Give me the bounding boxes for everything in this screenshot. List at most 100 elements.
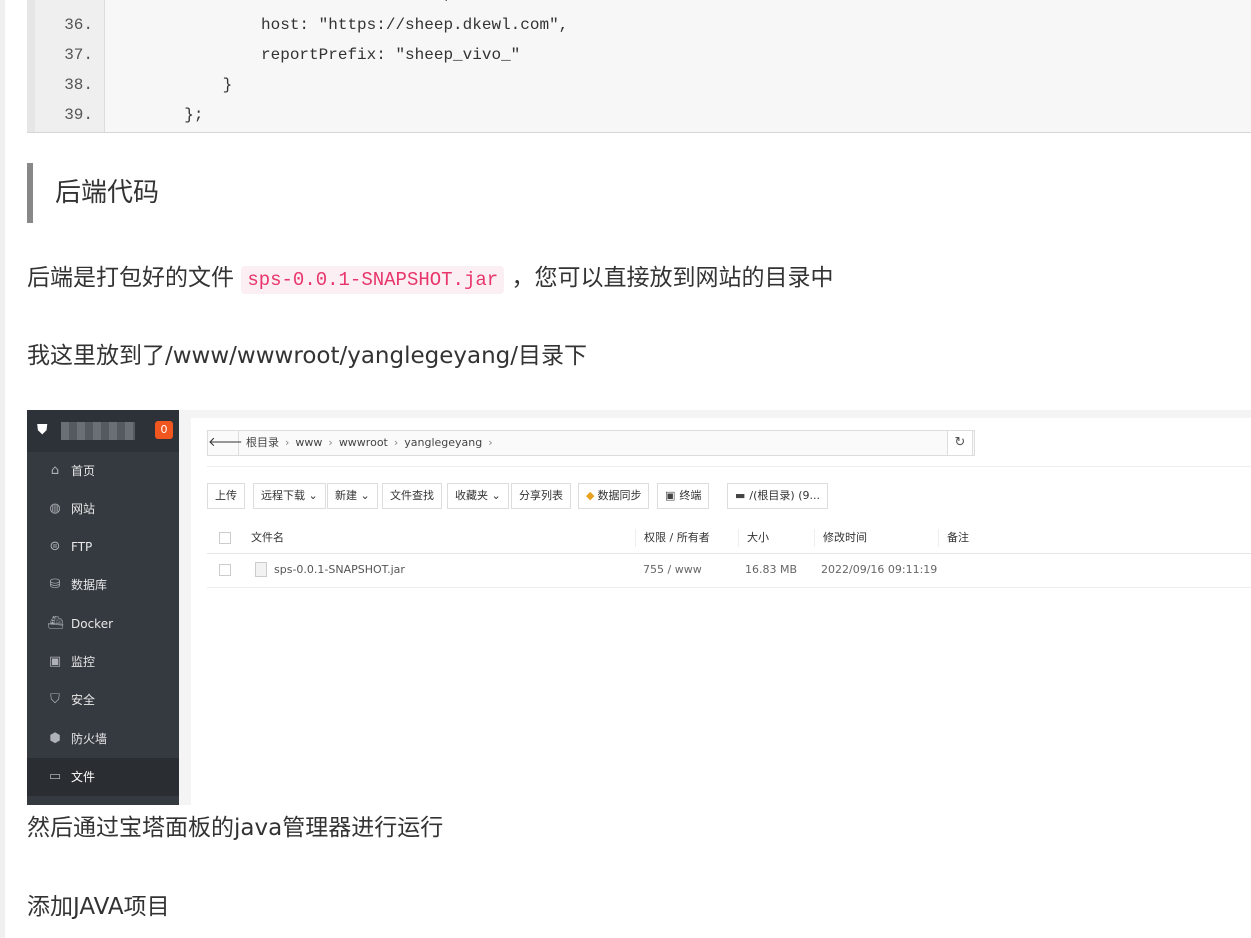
- data-sync-button[interactable]: ◆ 数据同步: [578, 483, 650, 509]
- table-row[interactable]: sps-0.0.1-SNAPSHOT.jar 755 / www 16.83 M…: [207, 553, 1251, 588]
- sidebar-item-label: FTP: [71, 540, 93, 554]
- globe-icon: ◍: [49, 501, 61, 516]
- code-line: 36. host: "https://sheep.dkewl.com",: [27, 10, 1251, 40]
- docker-icon: ⛴: [47, 616, 64, 631]
- column-separator: [938, 529, 939, 547]
- ftp-icon: ⊜: [49, 539, 61, 554]
- sidebar-item-label: 网站: [71, 502, 96, 516]
- chevron-down-icon: ⌄: [491, 489, 501, 502]
- code-line: 37. reportPrefix: "sheep_vivo_": [27, 40, 1251, 70]
- sidebar-item-security[interactable]: ⛉ 安全: [27, 681, 179, 719]
- breadcrumb-item[interactable]: yanglegeyang: [404, 436, 482, 449]
- breadcrumb: 根目录 › www › wwwroot › yanglegeyang ›: [246, 431, 499, 455]
- column-header-name[interactable]: 文件名: [251, 523, 284, 553]
- heading-accent-bar: [27, 163, 33, 223]
- sidebar-item-ftp[interactable]: ⊜ FTP: [27, 528, 179, 566]
- sidebar-item-label: 首页: [71, 464, 96, 478]
- sidebar-item-database[interactable]: ⛁ 数据库: [27, 566, 179, 604]
- diamond-icon: ◆: [586, 489, 595, 502]
- sidebar-item-firewall[interactable]: ⬢ 防火墙: [27, 720, 179, 758]
- chevron-down-icon: ⌄: [308, 489, 318, 502]
- button-label: 收藏夹: [455, 489, 488, 502]
- button-label: 远程下载: [261, 489, 305, 502]
- toolbar-divider: [207, 466, 1251, 467]
- column-header-permission[interactable]: 权限 / 所有者: [644, 523, 710, 553]
- chevron-right-icon: ›: [488, 436, 493, 449]
- button-label: /(根目录) (9...: [749, 489, 820, 502]
- disk-icon: ▬: [735, 489, 746, 502]
- code-text: host: "https://sheep.dkewl.com",: [117, 16, 569, 34]
- column-header-mtime[interactable]: 修改时间: [823, 523, 867, 553]
- column-separator: [635, 529, 636, 547]
- code-text: reportPrefix: "sheep_vivo_": [117, 46, 521, 64]
- line-number: 39.: [64, 106, 93, 124]
- select-all-checkbox[interactable]: [219, 532, 231, 544]
- paragraph-text: 后端是打包好的文件: [27, 265, 234, 291]
- column-header-size[interactable]: 大小: [747, 523, 769, 553]
- sidebar-item-website[interactable]: ◍ 网站: [27, 490, 179, 528]
- bt-panel-screenshot: ⛊ 0 ⌂ 首页 ◍ 网站 ⊜ FTP ⛁ 数据库 ⛴ Docker ▣ 监控: [27, 410, 1251, 805]
- path-bar[interactable]: 🡐 根目录 › www › wwwroot › yanglegeyang ›: [207, 430, 975, 456]
- code-line: 38. }: [27, 70, 1251, 100]
- chevron-down-icon: ⌄: [360, 489, 370, 502]
- file-size: 16.83 MB: [745, 563, 798, 576]
- panel-sidebar: ⛊ 0 ⌂ 首页 ◍ 网站 ⊜ FTP ⛁ 数据库 ⛴ Docker ▣ 监控: [27, 410, 179, 805]
- button-label: 新建: [335, 489, 357, 502]
- line-number: 37.: [64, 46, 93, 64]
- chevron-right-icon: ›: [285, 436, 290, 449]
- paragraph-add-java-project: 添加JAVA项目: [27, 894, 170, 920]
- disk-button[interactable]: ▬/(根目录) (9...: [727, 483, 828, 509]
- blurred-server-name: [61, 422, 135, 440]
- breadcrumb-item[interactable]: 根目录: [246, 436, 279, 449]
- sidebar-item-label: 监控: [71, 655, 96, 669]
- column-separator: [738, 529, 739, 547]
- line-number: 36.: [64, 16, 93, 34]
- code-block: 35. sdk: window.tt.vivo, 36. host: "http…: [27, 0, 1251, 133]
- line-number: 35.: [53, 0, 93, 9]
- upload-button[interactable]: 上传: [207, 483, 245, 509]
- new-button[interactable]: 新建 ⌄: [327, 483, 378, 509]
- line-number: 38.: [64, 76, 93, 94]
- terminal-button[interactable]: ▣ 终端: [657, 483, 710, 509]
- breadcrumb-item[interactable]: www: [295, 436, 322, 449]
- code-line: 35. sdk: window.tt.vivo,: [27, 0, 1251, 9]
- refresh-icon[interactable]: ↻: [947, 430, 973, 456]
- code-text: sdk: window.tt.vivo,: [117, 0, 453, 9]
- file-name[interactable]: sps-0.0.1-SNAPSHOT.jar: [274, 553, 405, 587]
- sidebar-item-files[interactable]: ▭ 文件: [27, 758, 179, 796]
- button-label: 数据同步: [597, 489, 642, 502]
- terminal-icon: ▣: [665, 489, 676, 502]
- column-header-note[interactable]: 备注: [947, 523, 969, 553]
- sidebar-item-monitor[interactable]: ▣ 监控: [27, 643, 179, 681]
- sidebar-item-label: 数据库: [71, 578, 108, 592]
- paragraph-backend-file: 后端是打包好的文件 sps-0.0.1-SNAPSHOT.jar ，您可以直接放…: [27, 262, 833, 296]
- favorites-button[interactable]: 收藏夹 ⌄: [447, 483, 509, 509]
- paragraph-text: ，您可以直接放到网站的目录中: [511, 265, 834, 291]
- back-arrow-icon[interactable]: 🡐: [208, 431, 243, 455]
- column-separator: [814, 529, 815, 547]
- database-icon: ⛁: [49, 577, 61, 592]
- row-checkbox[interactable]: [219, 564, 231, 576]
- share-list-button[interactable]: 分享列表: [511, 483, 571, 509]
- file-permission[interactable]: 755 / www: [643, 553, 702, 587]
- sidebar-header: ⛊ 0: [27, 410, 179, 452]
- button-label: 终端: [679, 489, 702, 502]
- notification-badge[interactable]: 0: [155, 421, 173, 439]
- sidebar-item-label: 防火墙: [71, 732, 108, 746]
- sidebar-item-docker[interactable]: ⛴ Docker: [27, 605, 179, 643]
- firewall-icon: ⬢: [49, 731, 61, 746]
- file-mtime: 2022/09/16 09:11:19: [821, 563, 938, 576]
- page-left-rule: [0, 0, 5, 938]
- sidebar-item-home[interactable]: ⌂ 首页: [27, 452, 179, 490]
- breadcrumb-item[interactable]: wwwroot: [339, 436, 388, 449]
- remote-download-button[interactable]: 远程下载 ⌄: [253, 483, 326, 509]
- file-manager: 🡐 根目录 › www › wwwroot › yanglegeyang › ↻ 上传 远程下…: [191, 418, 1251, 805]
- code-text: }: [117, 76, 233, 94]
- monitor-icon: ▣: [48, 654, 62, 669]
- section-heading: 后端代码: [55, 178, 160, 208]
- inline-code-jar: sps-0.0.1-SNAPSHOT.jar: [241, 266, 505, 294]
- bt-logo-icon: ⛊: [37, 422, 48, 438]
- file-search-button[interactable]: 文件查找: [382, 483, 442, 509]
- chevron-right-icon: ›: [328, 436, 333, 449]
- sidebar-item-label: 文件: [71, 770, 96, 784]
